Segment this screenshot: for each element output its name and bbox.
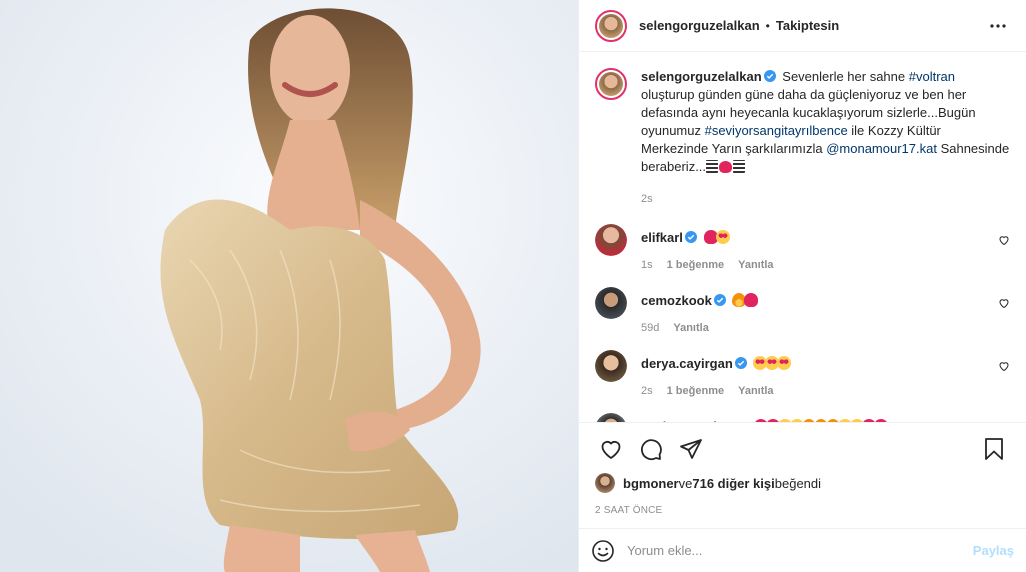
action-icons — [591, 429, 1014, 469]
comment-item: cemozkook 59d Yanıtla — [595, 287, 1010, 334]
liker-avatar[interactable] — [595, 473, 615, 493]
comment-emojis — [753, 356, 792, 371]
comments-list[interactable]: selengorguzelalkan Sevenlerle her sahne … — [579, 52, 1026, 422]
heart-emoji-icon — [765, 419, 780, 422]
fire-emoji-icon — [825, 419, 840, 422]
comment-body: 25ahmetserkan34 — [641, 413, 1010, 422]
comment-likes[interactable]: 1 beğenme — [667, 259, 724, 271]
heart-emoji-icon — [719, 161, 733, 173]
like-comment-heart-icon[interactable] — [998, 360, 1010, 372]
caption-username[interactable]: selengorguzelalkan — [641, 69, 762, 84]
comment-time[interactable]: 1s — [641, 259, 653, 271]
likes-suffix: beğendi — [774, 475, 822, 491]
post-header: selengorguzelalkan • Takiptesin — [579, 0, 1026, 52]
post-actions: bgmoner ve 716 diğer kişi beğendi 2 SAAT… — [579, 422, 1026, 528]
comment-body: derya.cayirgan 2s 1 beğenme Yanıtla — [641, 350, 1010, 397]
caption-avatar[interactable] — [595, 68, 627, 100]
comment-meta: 1s 1 beğenme Yanıtla — [641, 259, 980, 271]
heart-eyes-emoji-icon — [715, 230, 730, 244]
fire-emoji-icon — [813, 419, 828, 422]
fire-emoji-icon — [801, 419, 816, 422]
comment-username[interactable]: 25ahmetserkan34 — [641, 419, 750, 422]
comment-avatar[interactable] — [595, 287, 627, 319]
author-avatar[interactable] — [595, 9, 627, 42]
like-heart-icon[interactable] — [591, 429, 631, 469]
caption-text-1: Sevenlerle her sahne — [778, 69, 909, 84]
hashtag-voltran[interactable]: #voltran — [909, 69, 955, 84]
header-separator: • — [765, 18, 770, 33]
comment-meta: 59d Yanıtla — [641, 322, 980, 334]
caption: selengorguzelalkan Sevenlerle her sahne … — [595, 52, 1010, 208]
emoji-smile-icon[interactable] — [591, 539, 615, 563]
comment-username[interactable]: elifkarl — [641, 230, 683, 245]
checkered-flag-icon — [706, 160, 719, 173]
comment-username[interactable]: cemozkook — [641, 293, 712, 308]
comment-avatar[interactable] — [595, 413, 627, 422]
comment-emojis — [703, 230, 730, 245]
author-username[interactable]: selengorguzelalkan — [639, 18, 760, 33]
comment-meta: 2s 1 beğenme Yanıtla — [641, 385, 980, 397]
liker-username[interactable]: bgmoner — [623, 476, 679, 491]
caption-meta: 2s — [641, 190, 1010, 208]
comment-input[interactable] — [627, 543, 973, 558]
comment-likes[interactable]: 1 beğenme — [667, 385, 724, 397]
bookmark-icon[interactable] — [974, 429, 1014, 469]
verified-badge-icon — [734, 357, 747, 369]
like-comment-heart-icon[interactable] — [998, 297, 1010, 309]
likes-connector: ve — [678, 475, 693, 491]
heart-emoji-icon — [873, 419, 888, 422]
comment-item: 25ahmetserkan34 — [595, 413, 1010, 422]
verified-badge-icon — [713, 294, 726, 306]
heart-eyes-emoji-icon — [789, 419, 804, 422]
heart-eyes-emoji-icon — [837, 419, 852, 422]
post-timestamp[interactable]: 2 SAAT ÖNCE — [591, 493, 1014, 528]
caption-time[interactable]: 2s — [641, 190, 653, 208]
comment-icon[interactable] — [631, 429, 671, 469]
reply-button[interactable]: Yanıtla — [673, 322, 708, 334]
caption-body: selengorguzelalkan Sevenlerle her sahne … — [641, 68, 1010, 208]
comment-item: elifkarl 1s 1 beğenme Yanıtla — [595, 224, 1010, 271]
comment-emojis — [753, 419, 888, 422]
heart-emoji-icon — [753, 419, 768, 422]
comment-body: cemozkook 59d Yanıtla — [641, 287, 1010, 334]
reply-button[interactable]: Yanıtla — [738, 259, 773, 271]
comment-body: elifkarl 1s 1 beğenme Yanıtla — [641, 224, 1010, 271]
checkered-flag-icon — [733, 160, 746, 173]
share-icon[interactable] — [671, 429, 711, 469]
comment-avatar[interactable] — [595, 224, 627, 256]
likes-count[interactable]: 716 diğer kişi — [692, 476, 774, 491]
post-modal: selengorguzelalkan • Takiptesin selengor… — [0, 0, 1026, 572]
following-status[interactable]: Takiptesin — [776, 18, 839, 33]
post-sidebar: selengorguzelalkan • Takiptesin selengor… — [578, 0, 1026, 572]
comment-avatar[interactable] — [595, 350, 627, 382]
heart-eyes-emoji-icon — [777, 356, 792, 370]
comment-item: derya.cayirgan 2s 1 beğenme Yanıtla — [595, 350, 1010, 397]
post-photo[interactable] — [0, 0, 578, 572]
caption-emojis — [706, 159, 746, 174]
verified-badge-icon — [763, 70, 776, 82]
reply-button[interactable]: Yanıtla — [738, 385, 773, 397]
mention-monamour[interactable]: @monamour17.kat — [826, 141, 937, 156]
heart-eyes-emoji-icon — [849, 419, 864, 422]
post-comment-button[interactable]: Paylaş — [973, 543, 1014, 558]
hashtag-seviyorsan[interactable]: #seviyorsangitayrılbence — [705, 123, 848, 138]
verified-badge-icon — [684, 231, 697, 243]
comment-time[interactable]: 2s — [641, 385, 653, 397]
likes-summary: bgmoner ve 716 diğer kişi beğendi — [591, 469, 1014, 493]
like-comment-heart-icon[interactable] — [998, 234, 1010, 246]
comment-emojis — [732, 293, 759, 308]
comment-username[interactable]: derya.cayirgan — [641, 356, 733, 371]
add-comment-bar: Paylaş — [579, 528, 1026, 572]
photo-image — [0, 0, 578, 572]
more-options-icon[interactable] — [986, 14, 1010, 38]
heart-emoji-icon — [861, 419, 876, 422]
heart-eyes-emoji-icon — [777, 419, 792, 422]
heart-emoji-icon — [744, 293, 759, 307]
comment-time[interactable]: 59d — [641, 322, 659, 334]
